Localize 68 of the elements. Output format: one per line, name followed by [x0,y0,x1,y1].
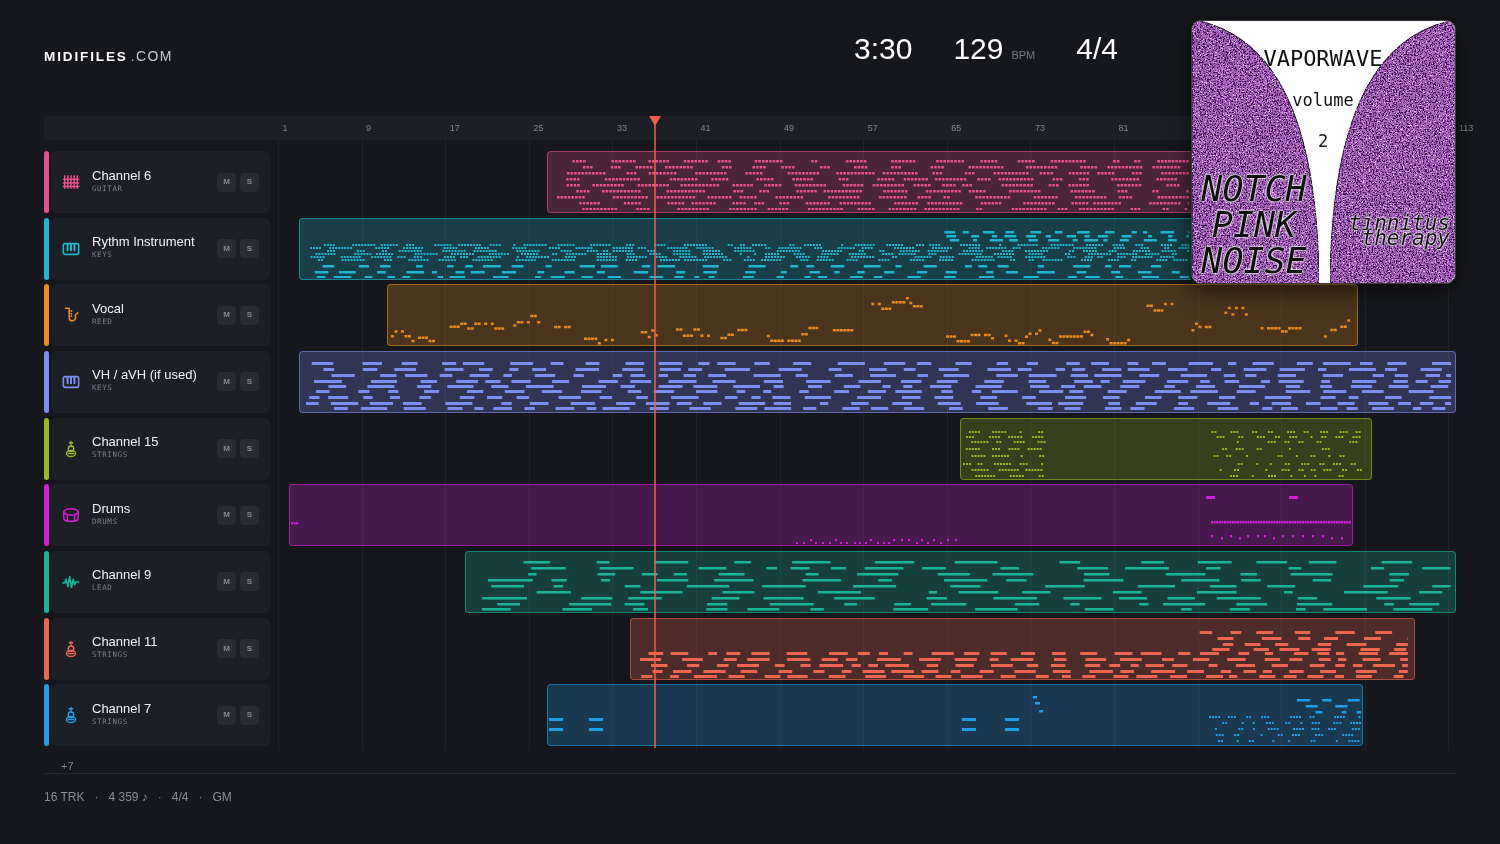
site-logo[interactable]: MIDIFILES .COM [44,49,173,64]
grid-icon [62,173,80,191]
bar-number: 49 [784,122,795,135]
track-name: Channel 15 [92,434,159,450]
bar-number: 81 [1118,122,1129,135]
midi-clip[interactable] [547,151,1191,213]
midi-clip[interactable] [289,484,1353,547]
solo-button[interactable]: S [240,705,259,725]
playhead[interactable] [649,116,661,748]
mute-button[interactable]: M [217,439,236,459]
midi-clip[interactable] [299,217,1191,280]
footer-stat: GM [212,790,232,805]
drum-icon [62,506,80,525]
bar-number: 57 [867,122,878,135]
cover-subtitle: volume [1292,90,1354,110]
mute-button[interactable]: M [217,572,236,592]
hidden-tracks-count: +7 [61,760,74,773]
duration-readout: 3:30 [854,34,913,64]
separator: · [157,790,162,805]
separator: · [198,790,203,805]
mute-button[interactable]: M [217,305,236,325]
cover-number: 2 [1317,131,1329,151]
track-name: Rythm Instrument [92,234,195,250]
solo-button[interactable]: S [240,505,259,525]
track-name: Drums [92,500,131,516]
bar-number: 1 [282,122,288,135]
tempo-readout: 129 [953,34,1004,64]
bar-number: 65 [951,122,962,135]
time-signature-readout: 4/4 [1076,34,1118,64]
bar-number: 73 [1034,122,1045,135]
mute-button[interactable]: M [217,239,236,259]
track-name: Channel 9 [92,567,152,583]
bar-number: 17 [449,122,460,135]
midi-clip[interactable] [547,684,1363,747]
mute-button[interactable]: M [217,505,236,525]
midi-clip[interactable] [630,617,1415,680]
track-name: Channel 6 [92,167,152,183]
solo-button[interactable]: S [240,172,259,192]
track-name: Vocal [92,300,124,316]
track-name: VH / aVH (if used) [92,367,197,383]
mute-button[interactable]: M [217,372,236,392]
solo-button[interactable]: S [240,239,259,259]
midi-clip[interactable] [387,284,1358,347]
separator: · [94,790,99,805]
solo-button[interactable]: S [240,439,259,459]
footer-stat: 16 TRK [44,790,85,805]
track-name: Channel 7 [92,700,152,716]
bar-number: 25 [533,122,544,135]
solo-button[interactable]: S [240,372,259,392]
bar-number: 113 [1459,122,1474,135]
midi-clip[interactable] [960,417,1372,480]
midi-clip[interactable] [465,550,1456,613]
track-name: Channel 11 [92,634,158,650]
tempo-unit: BPM [1011,50,1036,61]
footer-stat: 4/4 [171,790,189,805]
cover-title: VAPORWAVE [1263,46,1383,72]
footer-stat: 4 359 ♪ [108,790,148,805]
bar-number: 41 [700,122,711,135]
midi-clip[interactable] [299,350,1456,413]
mute-button[interactable]: M [217,172,236,192]
bar-number: 33 [616,122,627,135]
mute-button[interactable]: M [217,705,236,725]
solo-button[interactable]: S [240,305,259,325]
mute-button[interactable]: M [217,639,236,659]
saxophone-icon [62,306,80,325]
solo-button[interactable]: S [240,572,259,592]
solo-button[interactable]: S [240,639,259,659]
bar-number: 9 [366,122,372,135]
